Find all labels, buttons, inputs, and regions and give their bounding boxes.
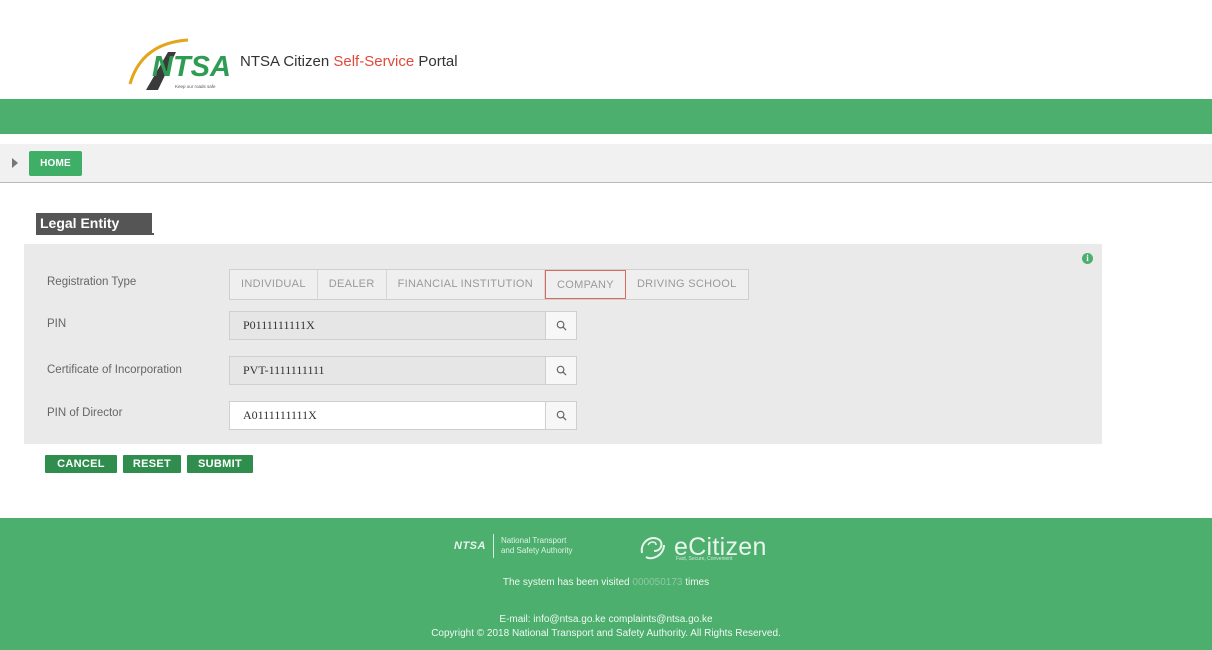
portal-title: NTSA Citizen Self-Service Portal: [240, 53, 458, 70]
option-individual[interactable]: INDIVIDUAL: [230, 270, 318, 299]
section-title: Legal Entity: [36, 213, 152, 233]
option-dealer[interactable]: DEALER: [318, 270, 387, 299]
top-nav-bar: [0, 99, 1212, 134]
search-icon: [556, 320, 567, 331]
option-driving-school[interactable]: DRIVING SCHOOL: [626, 270, 748, 299]
logo-tagline: Keep our roads safe: [175, 84, 216, 89]
header-logo[interactable]: NTSA Keep our roads safe NTSA Citizen Se…: [128, 36, 548, 96]
search-icon: [556, 365, 567, 376]
footer-ntsa-badge: NTSA: [454, 540, 486, 552]
section-divider: [36, 233, 154, 235]
footer-copyright: Copyright © 2018 National Transport and …: [431, 628, 781, 639]
certificate-label: Certificate of Incorporation: [47, 364, 182, 376]
registration-type-selector: INDIVIDUAL DEALER FINANCIAL INSTITUTION …: [229, 269, 749, 300]
breadcrumb-home[interactable]: HOME: [29, 151, 82, 176]
registration-type-label: Registration Type: [47, 276, 137, 288]
option-financial-institution[interactable]: FINANCIAL INSTITUTION: [387, 270, 546, 299]
visit-counter: The system has been visited 000050173 ti…: [502, 577, 710, 588]
footer-ntsa-logo[interactable]: NTSA National Transport and Safety Autho…: [454, 533, 573, 559]
director-pin-label: PIN of Director: [47, 407, 123, 419]
footer-contact: E-mail: info@ntsa.go.ke complaints@ntsa.…: [499, 614, 713, 625]
cancel-button[interactable]: CANCEL: [45, 455, 117, 473]
footer-ntsa-line2: and Safety Authority: [500, 546, 573, 555]
ntsa-logo-icon: NTSA Keep our roads safe: [128, 38, 231, 90]
ecitizen-swirl-icon: [640, 537, 665, 560]
ecitizen-tagline: Fast, Secure, Convenient: [676, 556, 733, 562]
breadcrumb: [0, 144, 1212, 183]
director-pin-field[interactable]: A0111111111X: [229, 401, 546, 430]
option-company[interactable]: COMPANY: [545, 270, 626, 299]
pin-label: PIN: [47, 318, 67, 330]
certificate-field[interactable]: PVT-1111111111: [229, 356, 546, 385]
breadcrumb-toggle-icon[interactable]: [12, 158, 18, 168]
pin-field[interactable]: P0111111111X: [229, 311, 546, 340]
svg-text:NTSA: NTSA: [152, 51, 231, 83]
pin-search-button[interactable]: [545, 311, 577, 340]
submit-button[interactable]: SUBMIT: [187, 455, 253, 473]
info-icon[interactable]: i: [1082, 253, 1093, 264]
reset-button[interactable]: RESET: [123, 455, 181, 473]
footer-ecitizen-logo[interactable]: eCitizen Fast, Secure, Convenient: [636, 530, 767, 564]
search-icon: [556, 410, 567, 421]
director-search-button[interactable]: [545, 401, 577, 430]
certificate-search-button[interactable]: [545, 356, 577, 385]
footer-ntsa-line1: National Transport: [500, 536, 567, 545]
